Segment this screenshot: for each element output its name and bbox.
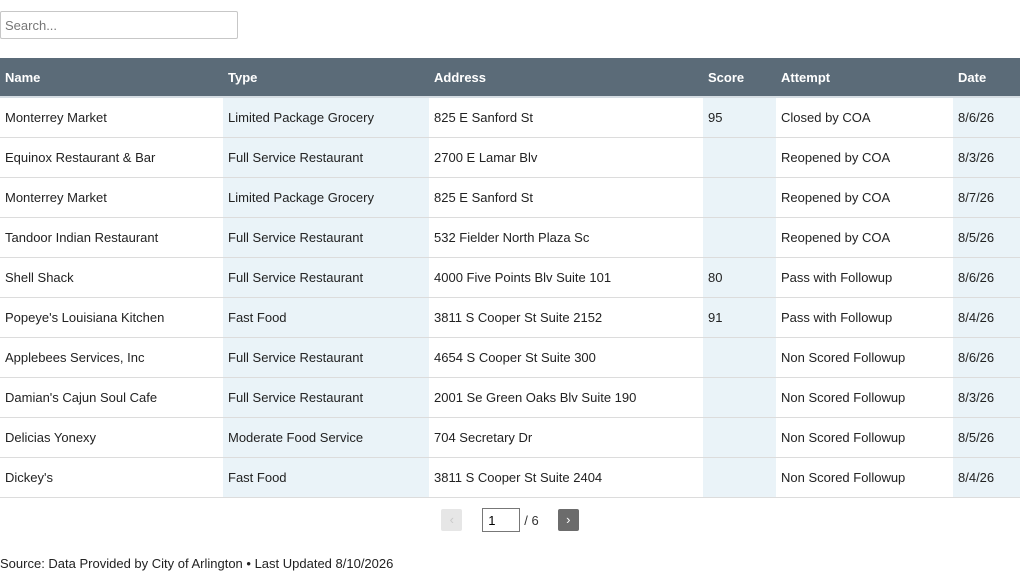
cell-score: 91: [703, 297, 776, 338]
next-page-button[interactable]: ›: [557, 509, 579, 531]
cell-type: Full Service Restaurant: [223, 377, 429, 418]
cell-name: Popeye's Louisiana Kitchen: [0, 297, 223, 338]
cell-attempt: Reopened by COA: [776, 177, 953, 218]
cell-date: 8/6/26: [953, 337, 1020, 378]
cell-date: 8/5/26: [953, 417, 1020, 458]
cell-address: 4654 S Cooper St Suite 300: [429, 337, 703, 378]
cell-address: 2700 E Lamar Blv: [429, 137, 703, 178]
cell-attempt: Non Scored Followup: [776, 417, 953, 458]
page-total-label: / 6: [524, 512, 539, 528]
cell-type: Limited Package Grocery: [223, 177, 429, 218]
table-row: Delicias Yonexy Moderate Food Service 70…: [0, 417, 1020, 458]
cell-name: Monterrey Market: [0, 177, 223, 218]
table-row: Dickey's Fast Food 3811 S Cooper St Suit…: [0, 457, 1020, 498]
cell-attempt: Non Scored Followup: [776, 337, 953, 378]
cell-type: Fast Food: [223, 457, 429, 498]
previous-page-button[interactable]: ‹: [441, 509, 463, 531]
cell-date: 8/4/26: [953, 457, 1020, 498]
cell-address: 825 E Sanford St: [429, 97, 703, 138]
cell-address: 4000 Five Points Blv Suite 101: [429, 257, 703, 298]
cell-name: Equinox Restaurant & Bar: [0, 137, 223, 178]
cell-score: [703, 217, 776, 258]
cell-attempt: Reopened by COA: [776, 217, 953, 258]
table-row: Shell Shack Full Service Restaurant 4000…: [0, 257, 1020, 298]
cell-name: Shell Shack: [0, 257, 223, 298]
data-table: Name Type Address Score Attempt Date Mon…: [0, 58, 1020, 498]
cell-score: 95: [703, 97, 776, 138]
cell-name: Damian's Cajun Soul Cafe: [0, 377, 223, 418]
cell-type: Full Service Restaurant: [223, 137, 429, 178]
cell-date: 8/3/26: [953, 377, 1020, 418]
page-number-input[interactable]: [482, 508, 521, 532]
cell-date: 8/5/26: [953, 217, 1020, 258]
cell-date: 8/3/26: [953, 137, 1020, 178]
cell-name: Applebees Services, Inc: [0, 337, 223, 378]
table-header-row: Name Type Address Score Attempt Date: [0, 58, 1020, 98]
cell-type: Full Service Restaurant: [223, 217, 429, 258]
cell-score: [703, 377, 776, 418]
cell-name: Monterrey Market: [0, 97, 223, 138]
cell-attempt: Reopened by COA: [776, 137, 953, 178]
cell-date: 8/7/26: [953, 177, 1020, 218]
cell-date: 8/4/26: [953, 297, 1020, 338]
cell-score: [703, 337, 776, 378]
cell-attempt: Pass with Followup: [776, 257, 953, 298]
cell-address: 825 E Sanford St: [429, 177, 703, 218]
cell-attempt: Non Scored Followup: [776, 457, 953, 498]
column-header-address[interactable]: Address: [429, 58, 703, 98]
column-header-attempt[interactable]: Attempt: [776, 58, 953, 98]
column-header-type[interactable]: Type: [223, 58, 429, 98]
table-row: Equinox Restaurant & Bar Full Service Re…: [0, 137, 1020, 178]
cell-type: Moderate Food Service: [223, 417, 429, 458]
table-row: Monterrey Market Limited Package Grocery…: [0, 97, 1020, 138]
cell-address: 3811 S Cooper St Suite 2152: [429, 297, 703, 338]
cell-score: 80: [703, 257, 776, 298]
cell-address: 3811 S Cooper St Suite 2404: [429, 457, 703, 498]
cell-attempt: Closed by COA: [776, 97, 953, 138]
cell-address: 704 Secretary Dr: [429, 417, 703, 458]
search-input[interactable]: [0, 11, 238, 39]
table-row: Popeye's Louisiana Kitchen Fast Food 381…: [0, 297, 1020, 338]
column-header-date[interactable]: Date: [953, 58, 1020, 98]
cell-type: Fast Food: [223, 297, 429, 338]
cell-address: 2001 Se Green Oaks Blv Suite 190: [429, 377, 703, 418]
table-row: Tandoor Indian Restaurant Full Service R…: [0, 217, 1020, 258]
cell-score: [703, 137, 776, 178]
pagination: ‹ / 6 ›: [0, 508, 1020, 532]
search-container: [0, 11, 238, 39]
cell-score: [703, 177, 776, 218]
cell-address: 532 Fielder North Plaza Sc: [429, 217, 703, 258]
cell-name: Tandoor Indian Restaurant: [0, 217, 223, 258]
cell-name: Delicias Yonexy: [0, 417, 223, 458]
source-note: Source: Data Provided by City of Arlingt…: [0, 556, 394, 571]
cell-name: Dickey's: [0, 457, 223, 498]
table-row: Applebees Services, Inc Full Service Res…: [0, 337, 1020, 378]
cell-type: Full Service Restaurant: [223, 337, 429, 378]
column-header-name[interactable]: Name: [0, 58, 223, 98]
cell-score: [703, 417, 776, 458]
column-header-score[interactable]: Score: [703, 58, 776, 98]
cell-type: Full Service Restaurant: [223, 257, 429, 298]
table-row: Monterrey Market Limited Package Grocery…: [0, 177, 1020, 218]
cell-attempt: Non Scored Followup: [776, 377, 953, 418]
cell-date: 8/6/26: [953, 97, 1020, 138]
table-row: Damian's Cajun Soul Cafe Full Service Re…: [0, 377, 1020, 418]
cell-score: [703, 457, 776, 498]
cell-date: 8/6/26: [953, 257, 1020, 298]
cell-attempt: Pass with Followup: [776, 297, 953, 338]
cell-type: Limited Package Grocery: [223, 97, 429, 138]
